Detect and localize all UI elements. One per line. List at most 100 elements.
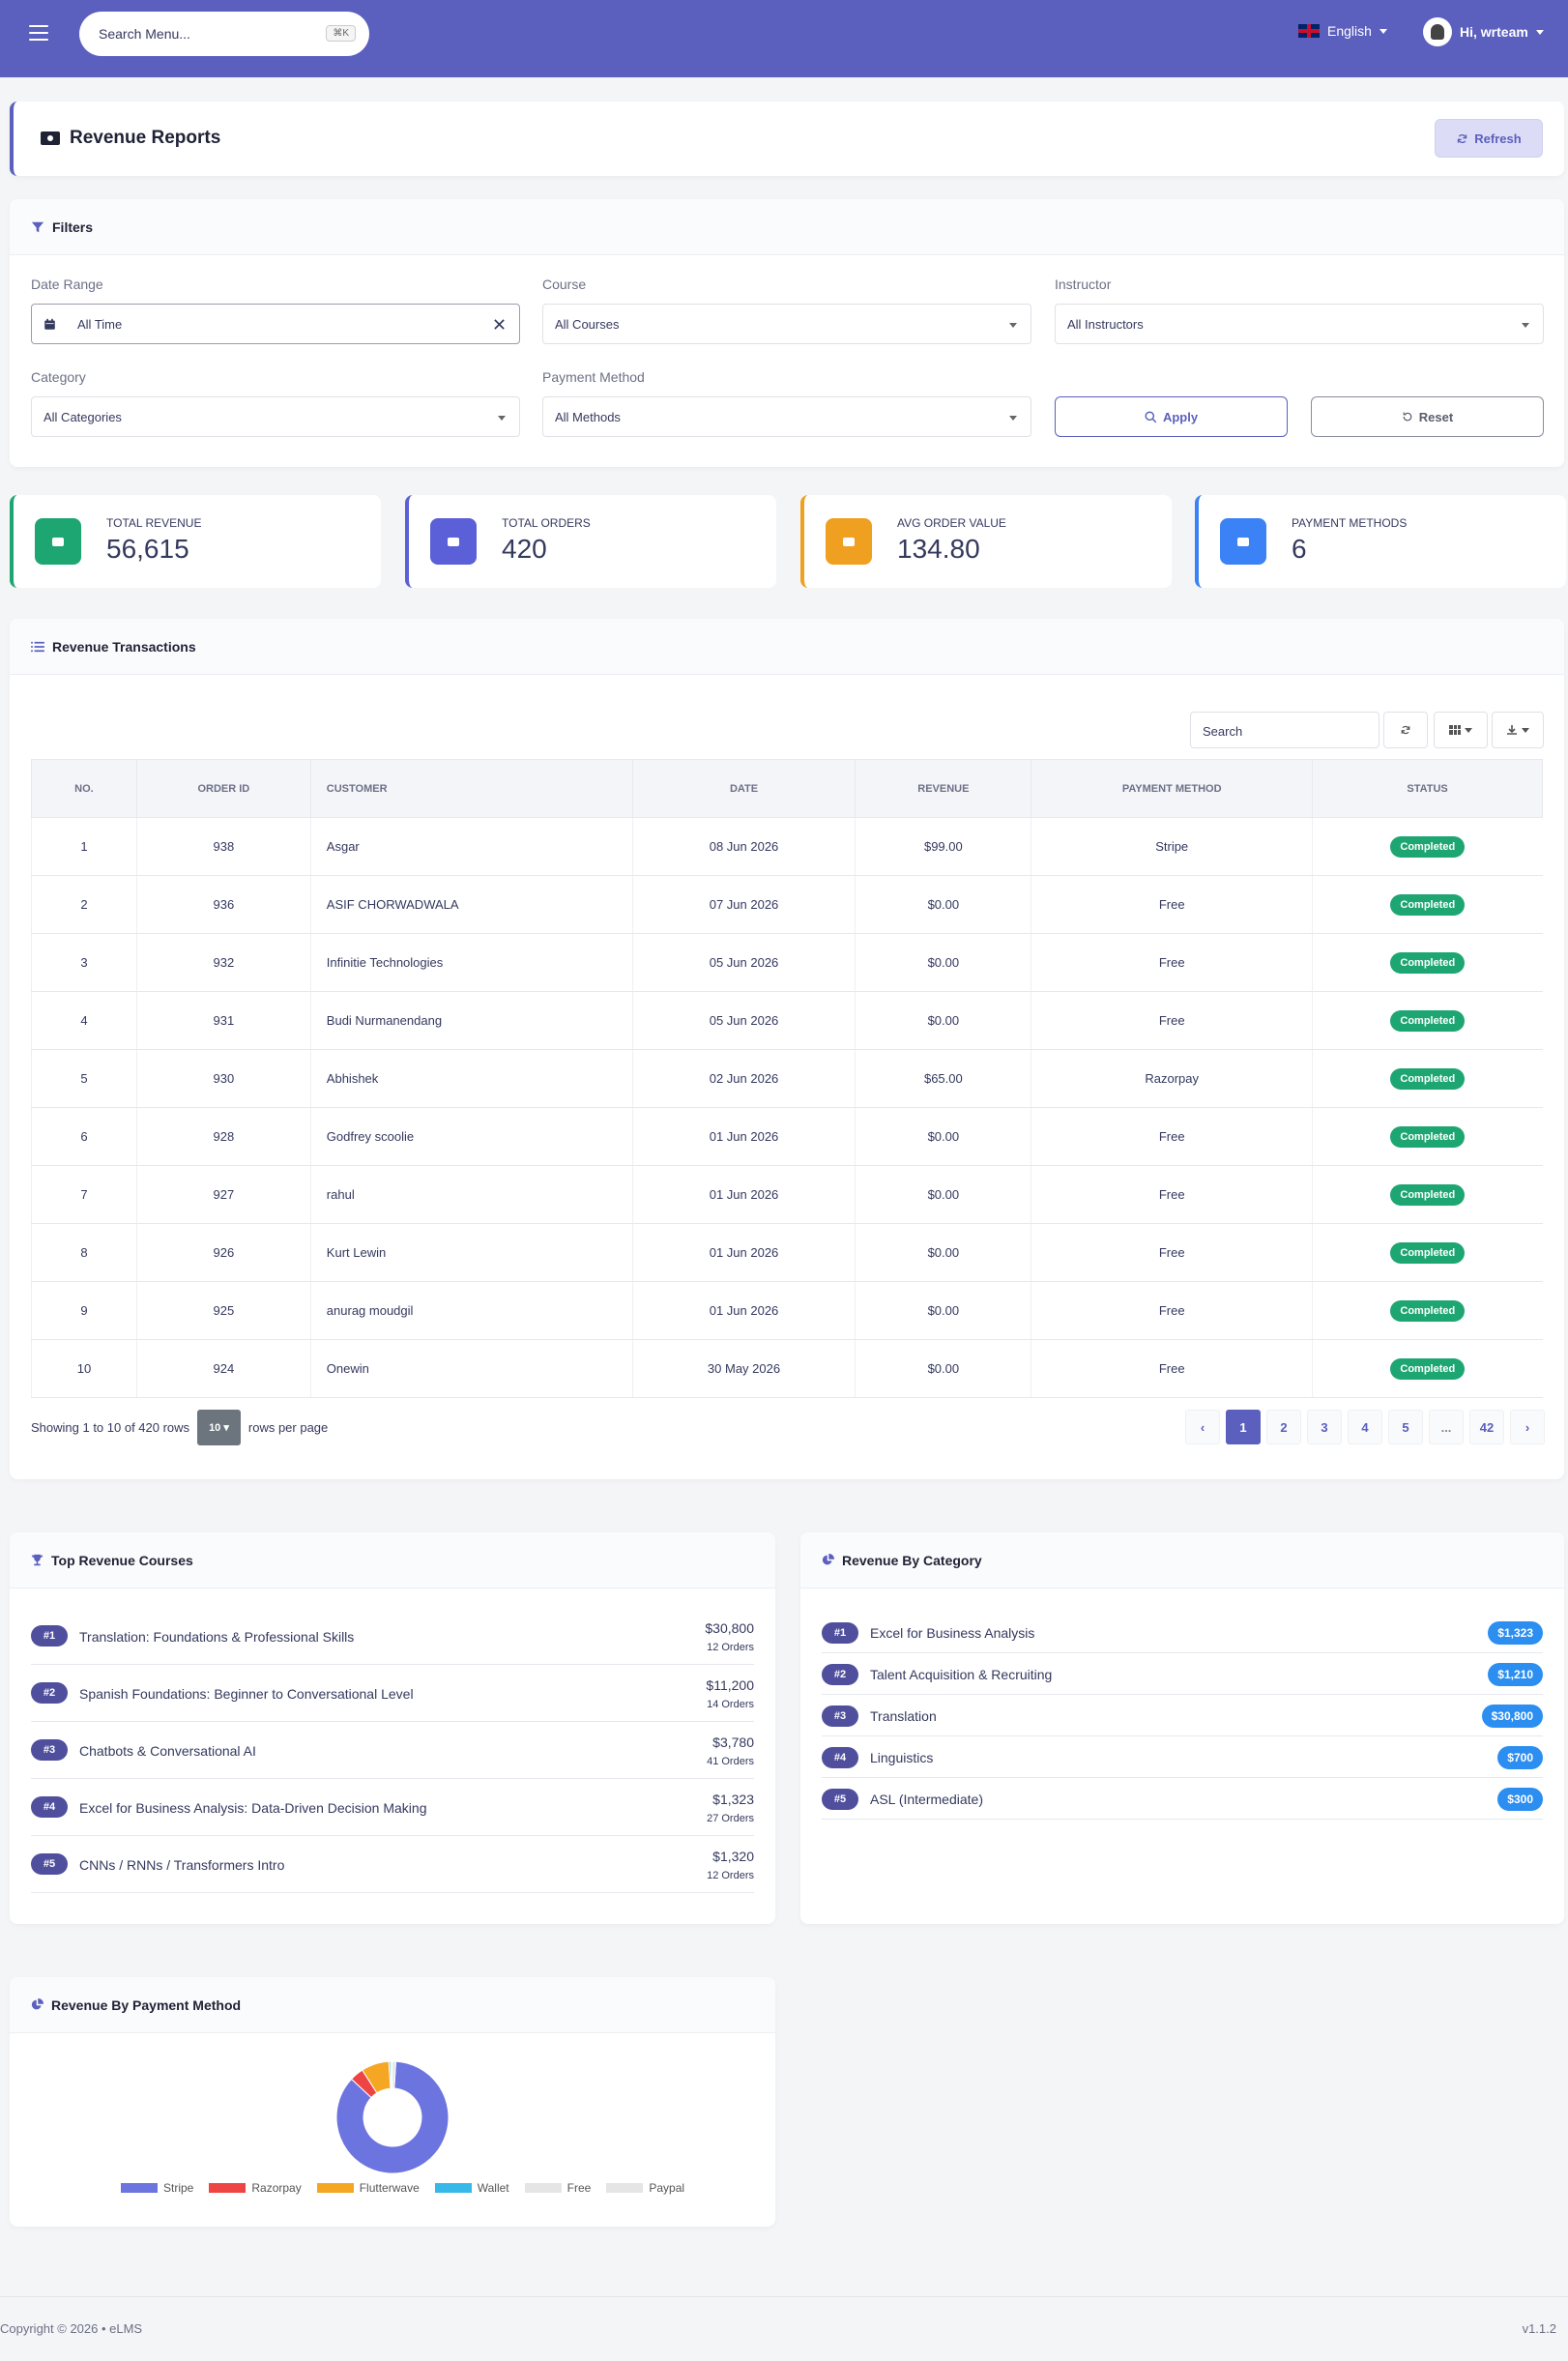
- status-badge: Completed: [1390, 1009, 1466, 1032]
- legend-item[interactable]: Paypal: [606, 2181, 684, 2195]
- clear-icon[interactable]: [493, 318, 506, 331]
- stat-label: TOTAL ORDERS: [502, 516, 591, 530]
- cart-icon: [430, 518, 477, 565]
- cell-revenue: $65.00: [855, 1049, 1031, 1108]
- transactions-card: Revenue Transactions Search NO. ORDER ID…: [10, 619, 1564, 1479]
- apply-button[interactable]: Apply: [1055, 396, 1288, 437]
- list-item: #4 Linguistics $700: [822, 1736, 1543, 1778]
- cell-payment-method: Razorpay: [1031, 1049, 1313, 1108]
- chevron-down-icon: [498, 416, 506, 421]
- export-button[interactable]: [1492, 712, 1544, 748]
- calendar-icon: [44, 318, 55, 330]
- page-button[interactable]: 3: [1307, 1410, 1342, 1444]
- list-icon: [31, 641, 44, 652]
- legend-label: Free: [566, 2181, 592, 2195]
- column-header-revenue[interactable]: REVENUE: [855, 759, 1032, 818]
- legend-item[interactable]: Flutterwave: [316, 2181, 420, 2195]
- shortcut-badge: ⌘K: [326, 25, 356, 42]
- reset-button[interactable]: Reset: [1311, 396, 1544, 437]
- list-item: #5 ASL (Intermediate) $300: [822, 1778, 1543, 1820]
- user-menu[interactable]: Hi, wrteam: [1423, 17, 1544, 46]
- next-page-button[interactable]: ›: [1510, 1410, 1545, 1444]
- search-menu-placeholder: Search Menu...: [99, 26, 190, 42]
- reset-icon: [1403, 412, 1412, 422]
- category-name: Excel for Business Analysis: [870, 1625, 1035, 1641]
- transactions-table: NO. ORDER ID CUSTOMER DATE REVENUE PAYME…: [31, 759, 1543, 1398]
- chevron-down-icon: [1522, 727, 1529, 733]
- table-search-input[interactable]: Search: [1190, 712, 1379, 748]
- cell-date: 07 Jun 2026: [631, 875, 856, 934]
- per-page-select[interactable]: 10 ▾: [197, 1410, 241, 1445]
- search-menu-input[interactable]: Search Menu... ⌘K: [79, 12, 369, 56]
- legend-item[interactable]: Free: [524, 2181, 592, 2195]
- page-button[interactable]: 5: [1388, 1410, 1423, 1444]
- page-button[interactable]: 1: [1226, 1410, 1261, 1444]
- filters-title: Filters: [52, 219, 94, 235]
- rank-badge: #3: [31, 1739, 68, 1761]
- stat-label: PAYMENT METHODS: [1292, 516, 1408, 530]
- column-header-no[interactable]: NO.: [31, 759, 137, 818]
- cell-customer: rahul: [309, 1165, 633, 1224]
- course-select[interactable]: All Courses: [542, 304, 1031, 344]
- status-badge: Completed: [1390, 1299, 1466, 1322]
- column-header-order-id[interactable]: ORDER ID: [135, 759, 311, 818]
- page-button[interactable]: 4: [1348, 1410, 1382, 1444]
- columns-toggle-button[interactable]: [1434, 712, 1488, 748]
- category-name: Translation: [870, 1708, 937, 1724]
- date-range-label: Date Range: [31, 277, 103, 292]
- rank-badge: #1: [31, 1625, 68, 1647]
- hamburger-menu-icon[interactable]: [29, 25, 48, 43]
- column-header-customer[interactable]: CUSTOMER: [309, 759, 633, 818]
- payment-method-select[interactable]: All Methods: [542, 396, 1031, 437]
- cell-status: Completed: [1312, 1165, 1543, 1224]
- cell-revenue: $0.00: [855, 1165, 1031, 1224]
- page-button[interactable]: 42: [1469, 1410, 1504, 1444]
- cell-status: Completed: [1312, 1339, 1543, 1398]
- column-header-date[interactable]: DATE: [631, 759, 857, 818]
- refresh-button[interactable]: Refresh: [1435, 119, 1543, 158]
- date-range-input[interactable]: All Time: [31, 304, 520, 344]
- cell-order-id: 932: [135, 933, 311, 992]
- money-icon: [35, 518, 81, 565]
- cell-customer: Kurt Lewin: [309, 1223, 633, 1282]
- credit-card-icon: [1220, 518, 1266, 565]
- language-dropdown[interactable]: English: [1298, 23, 1387, 39]
- page-button[interactable]: 2: [1266, 1410, 1301, 1444]
- instructor-select[interactable]: All Instructors: [1055, 304, 1544, 344]
- list-item: #1 Translation: Foundations & Professiona…: [31, 1608, 754, 1665]
- cell-status: Completed: [1312, 817, 1543, 876]
- stat-value: 56,615: [106, 534, 189, 564]
- course-name: CNNs / RNNs / Transformers Intro: [79, 1857, 285, 1873]
- cell-date: 02 Jun 2026: [631, 1049, 856, 1108]
- cell-customer: Onewin: [309, 1339, 633, 1398]
- category-select[interactable]: All Categories: [31, 396, 520, 437]
- category-revenue-badge: $30,800: [1481, 1705, 1543, 1728]
- refresh-label: Refresh: [1474, 131, 1522, 146]
- legend-swatch: [606, 2183, 644, 2193]
- category-name: Linguistics: [870, 1750, 934, 1765]
- stat-value: 6: [1292, 534, 1307, 564]
- list-item: #2 Talent Acquisition & Recruiting $1,210: [822, 1653, 1543, 1695]
- cell-order-id: 931: [135, 991, 311, 1050]
- legend-swatch: [209, 2183, 247, 2193]
- column-header-status[interactable]: STATUS: [1312, 759, 1543, 818]
- category-revenue-badge: $700: [1497, 1746, 1543, 1769]
- category-value: All Categories: [44, 409, 122, 424]
- course-revenue: $30,800: [705, 1620, 754, 1636]
- course-name: Translation: Foundations & Professional …: [79, 1629, 355, 1645]
- legend-item[interactable]: Razorpay: [209, 2181, 302, 2195]
- status-badge: Completed: [1390, 951, 1466, 974]
- column-header-payment-method[interactable]: PAYMENT METHOD: [1031, 759, 1314, 818]
- list-item: #4 Excel for Business Analysis: Data-Driv…: [31, 1779, 754, 1836]
- cell-order-id: 925: [135, 1281, 311, 1340]
- prev-page-button[interactable]: ‹: [1185, 1410, 1220, 1444]
- legend-item[interactable]: Wallet: [434, 2181, 509, 2195]
- stat-card-total-orders: TOTAL ORDERS 420: [405, 495, 776, 588]
- list-item: #5 CNNs / RNNs / Transformers Intro $1,320…: [31, 1836, 754, 1893]
- date-range-value: All Time: [77, 316, 123, 332]
- chevron-down-icon: [1522, 323, 1529, 328]
- legend-item[interactable]: Stripe: [121, 2181, 193, 2195]
- stat-label: TOTAL REVENUE: [106, 516, 202, 530]
- table-refresh-button[interactable]: [1383, 712, 1428, 748]
- cell-status: Completed: [1312, 1049, 1543, 1108]
